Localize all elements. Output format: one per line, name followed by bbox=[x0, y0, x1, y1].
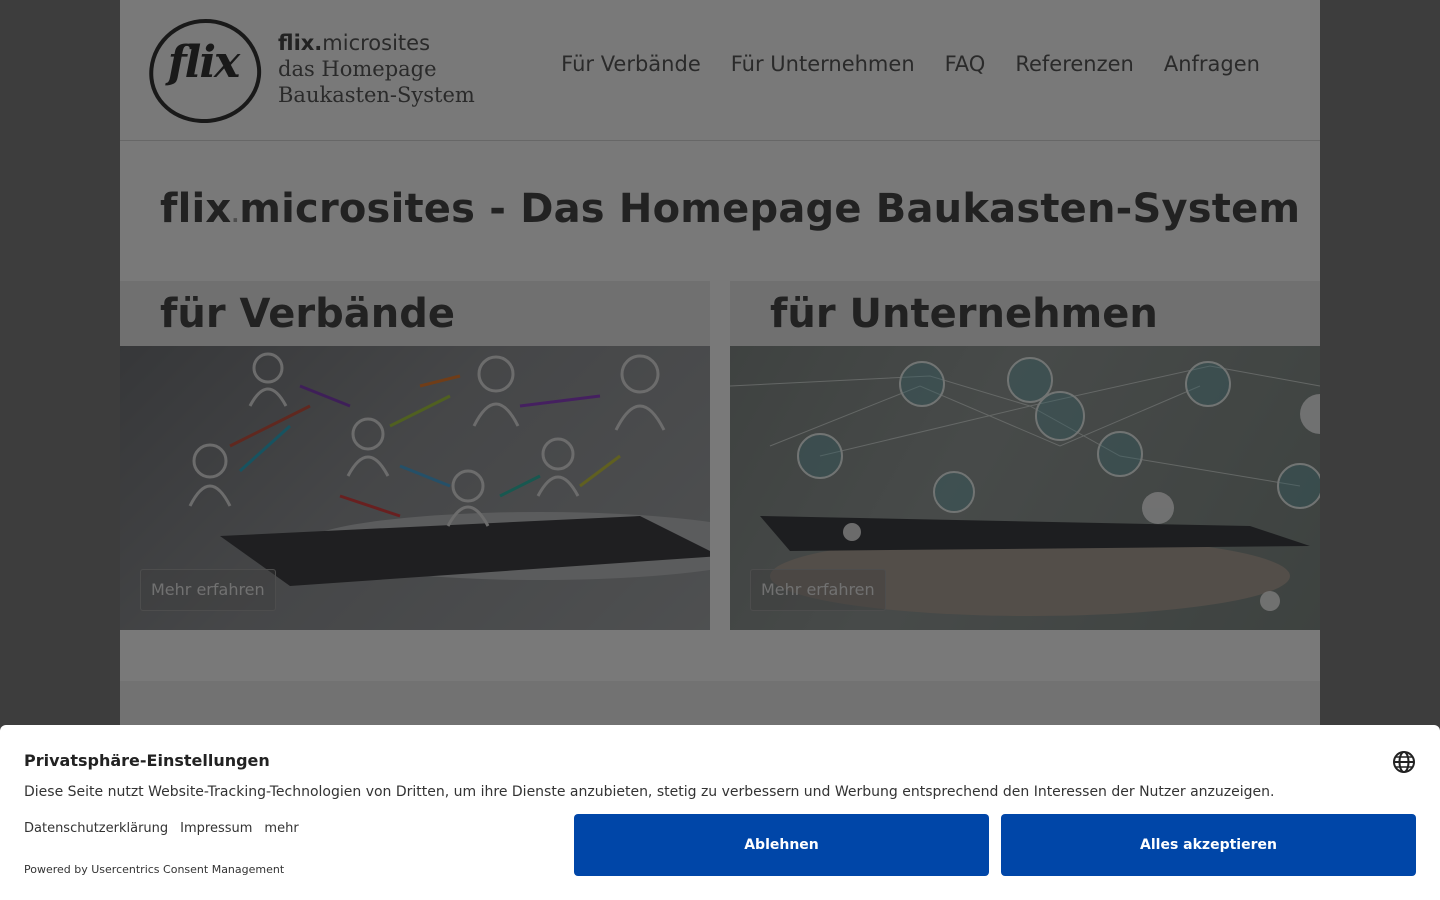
consent-title: Privatsphäre-Einstellungen bbox=[24, 751, 270, 770]
more-link[interactable]: mehr bbox=[264, 821, 298, 836]
accept-all-button[interactable]: Alles akzeptieren bbox=[1001, 814, 1416, 876]
consent-links: Datenschutzerklärung Impressum mehr bbox=[24, 821, 299, 836]
imprint-link[interactable]: Impressum bbox=[180, 821, 252, 836]
consent-description: Diese Seite nutzt Website-Tracking-Techn… bbox=[24, 784, 1275, 800]
globe-icon[interactable] bbox=[1392, 750, 1416, 774]
consent-banner: Privatsphäre-Einstellungen Diese Seite n… bbox=[0, 725, 1440, 900]
reject-button[interactable]: Ablehnen bbox=[574, 814, 989, 876]
privacy-policy-link[interactable]: Datenschutzerklärung bbox=[24, 821, 168, 836]
powered-by-text: Powered by Usercentrics Consent Manageme… bbox=[24, 863, 285, 876]
